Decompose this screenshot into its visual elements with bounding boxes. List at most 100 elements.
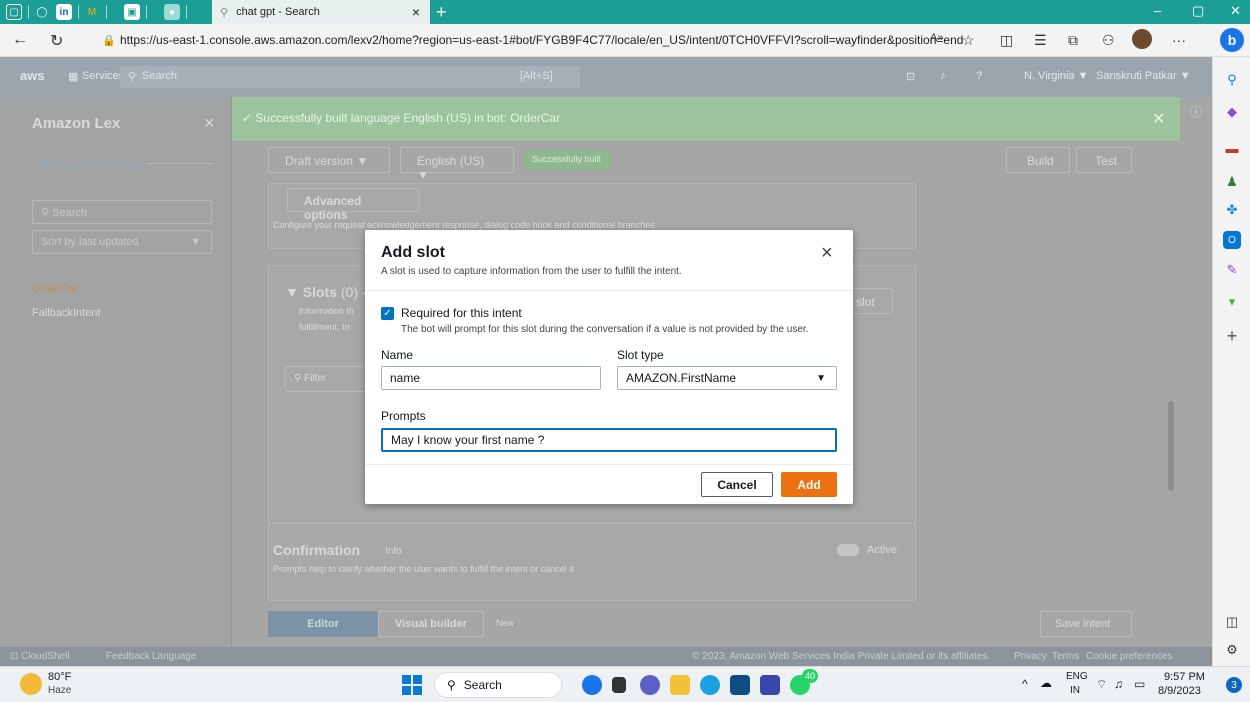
minimize-icon[interactable]: – [1154, 3, 1161, 18]
active-toggle[interactable] [837, 544, 859, 556]
tools-icon[interactable]: ♟ [1223, 173, 1241, 191]
games-icon[interactable]: ✤ [1223, 201, 1241, 219]
confirmation-info-link[interactable]: Info [385, 546, 402, 557]
user-avatar[interactable] [1132, 29, 1152, 49]
store-icon[interactable] [730, 675, 750, 695]
cloudshell-link[interactable]: ⊡ CloudShell [10, 651, 70, 662]
favorite-star-icon[interactable]: ☆ [962, 32, 975, 49]
services-menu[interactable]: Services [82, 70, 124, 82]
account-menu[interactable]: Sanskruti Patkar ▼ [1096, 70, 1191, 82]
tab-favicon[interactable]: ● [164, 4, 180, 20]
add-slot-button[interactable]: slot [851, 288, 893, 314]
drop-icon[interactable]: ▾ [1223, 293, 1241, 311]
bing-icon[interactable] [582, 675, 602, 695]
slots-filter-input[interactable]: ⚲ Filter [285, 366, 375, 392]
restore-icon[interactable]: ▢ [1192, 3, 1204, 19]
flash-dismiss-icon[interactable]: ✕ [1152, 109, 1165, 129]
build-button[interactable]: Build [1006, 147, 1070, 173]
windows-start-icon[interactable] [402, 675, 422, 695]
tab-actions-icon[interactable]: ▢ [6, 4, 22, 20]
feedback-link[interactable]: Feedback [106, 651, 150, 662]
favorites-icon[interactable]: ☰ [1034, 32, 1047, 49]
app-tab-icon[interactable]: ▣ [124, 4, 140, 20]
test-button[interactable]: Test [1076, 147, 1132, 173]
url-field[interactable]: 🔒 https://us-east-1.console.aws.amazon.c… [98, 28, 978, 52]
file-explorer-icon[interactable] [670, 675, 690, 695]
notification-center-icon[interactable]: 3 [1226, 677, 1242, 693]
required-checkbox[interactable]: ✓ [381, 307, 394, 320]
prompts-input[interactable]: May I know your first name ? [381, 428, 837, 452]
gmail-icon[interactable]: M [84, 4, 100, 20]
back-to-intents-link[interactable]: ‹ Back to intents list (2) [32, 159, 148, 171]
lang-code[interactable]: ENG [1066, 671, 1088, 682]
tab-editor[interactable]: Editor [268, 611, 378, 637]
sidebar-close-icon[interactable]: × [204, 113, 215, 134]
active-label: Active [867, 544, 897, 556]
sort-dropdown[interactable]: Sort by last updated ▼ [32, 230, 212, 254]
close-window-icon[interactable]: ✕ [1230, 3, 1241, 19]
split-screen-icon[interactable]: ◫ [1000, 32, 1013, 49]
battery-icon[interactable]: ▭ [1134, 677, 1145, 691]
bell-icon[interactable]: ♪ [940, 70, 946, 82]
region-selector[interactable]: N. Virginia ▼ [1024, 70, 1089, 82]
add-sidebar-item-icon[interactable]: + [1223, 326, 1241, 346]
designer-icon[interactable]: ✎ [1223, 261, 1241, 279]
chevron-up-icon[interactable]: ^ [1022, 677, 1028, 691]
aws-search-box[interactable]: ⚲ Search [Alt+S] [120, 66, 580, 88]
refresh-icon[interactable]: ↻ [50, 31, 63, 51]
wifi-icon[interactable]: ⌔ [1096, 677, 1107, 692]
volume-icon[interactable]: ♫ [1114, 677, 1123, 691]
aws-logo[interactable]: aws [20, 68, 45, 83]
search-icon[interactable]: ⚲ [1223, 71, 1241, 89]
collections-icon[interactable]: ⧉ [1068, 32, 1078, 49]
hide-sidebar-icon[interactable]: ◫ [1223, 613, 1241, 631]
tab-visual-builder[interactable]: Visual builder [378, 611, 484, 637]
tab-close-button[interactable]: × [412, 4, 420, 20]
terms-link[interactable]: Terms [1052, 651, 1079, 662]
language-dropdown[interactable]: English (US) ▼ [400, 147, 514, 182]
clock-time[interactable]: 9:57 PM [1164, 671, 1205, 683]
back-arrow-icon[interactable]: ← [12, 31, 28, 49]
copilot-icon[interactable]: ◆ [1223, 103, 1241, 121]
teams-icon[interactable] [640, 675, 660, 695]
new-tab-button[interactable]: + [436, 2, 447, 23]
read-aloud-icon[interactable]: A» [930, 32, 943, 44]
slot-type-select[interactable]: AMAZON.FirstName ▼ [617, 366, 837, 390]
privacy-link[interactable]: Privacy [1014, 651, 1047, 662]
intent-item-ordercar[interactable]: OrderCar [32, 283, 78, 295]
editor-scrollbar[interactable] [1168, 401, 1174, 491]
weather-icon[interactable] [20, 673, 42, 695]
save-intent-button[interactable]: Save intent [1040, 611, 1132, 637]
bing-profile-icon[interactable]: b [1220, 28, 1244, 52]
extensions-icon[interactable]: ⚇ [1102, 32, 1115, 49]
expand-triangle-icon[interactable]: ▼ [285, 284, 303, 300]
linkedin-icon[interactable]: in [56, 4, 72, 20]
advanced-options-button[interactable]: Advanced options [287, 188, 419, 222]
intent-search-input[interactable]: ⚲ Search [32, 200, 212, 224]
language-link[interactable]: Language [152, 651, 197, 662]
cookie-link[interactable]: Cookie preferences [1086, 651, 1173, 662]
add-button[interactable]: Add [781, 472, 837, 497]
outlook-icon[interactable]: O [1223, 231, 1241, 249]
gear-icon[interactable]: ⚙ [1223, 641, 1241, 659]
active-tab[interactable]: ⚲ chat gpt - Search × [212, 0, 430, 24]
weather-temp[interactable]: 80°F [48, 671, 71, 683]
close-icon[interactable]: × [821, 242, 833, 265]
terminal-app-icon[interactable] [612, 677, 626, 693]
name-input[interactable]: name [381, 366, 601, 390]
cloudshell-icon[interactable]: ⊡ [906, 70, 915, 83]
more-menu-icon[interactable]: ··· [1172, 32, 1186, 48]
edge-icon[interactable] [700, 675, 720, 695]
services-grid-icon[interactable]: ▦ [68, 70, 78, 83]
onedrive-icon[interactable]: ☁ [1040, 676, 1052, 690]
help-icon[interactable]: ? [976, 70, 982, 82]
cancel-button[interactable]: Cancel [701, 472, 773, 497]
intent-item-fallback[interactable]: FallbackIntent [32, 307, 100, 319]
github-icon[interactable]: ◯ [34, 4, 50, 20]
info-icon[interactable]: ⓘ [1190, 103, 1202, 120]
taskbar-search[interactable]: ⚲ Search [434, 672, 562, 698]
draft-version-dropdown[interactable]: Draft version ▼ [268, 147, 390, 173]
visual-studio-icon[interactable] [760, 675, 780, 695]
divider [365, 464, 853, 465]
shopping-icon[interactable]: ▬ [1223, 139, 1241, 157]
